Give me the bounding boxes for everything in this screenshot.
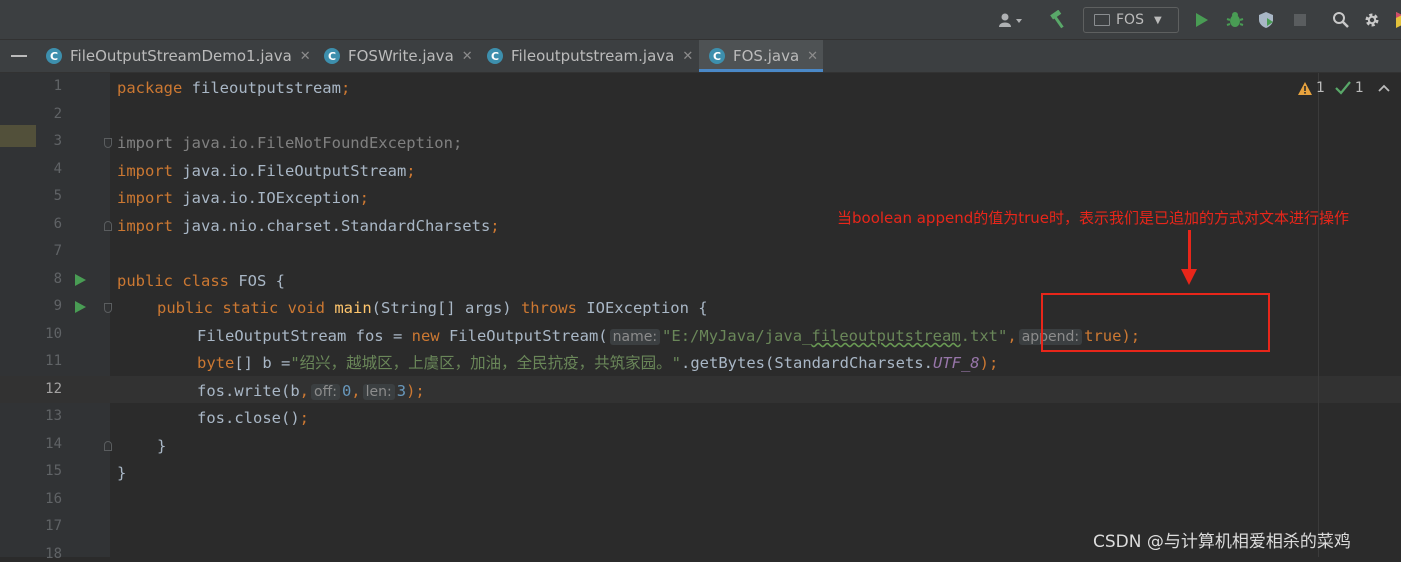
- inspections-widget[interactable]: 1 1: [1298, 80, 1390, 96]
- run-config-selector[interactable]: FOS ▼: [1083, 7, 1179, 33]
- hammer-icon[interactable]: [1045, 8, 1071, 32]
- code-line-4: import java.io.FileOutputStream;: [117, 162, 416, 180]
- config-icon: [1094, 14, 1110, 26]
- line-number: 7: [53, 243, 62, 259]
- editor-tab-bar: C FileOutputStreamDemo1.java ✕ C FOSWrit…: [0, 40, 1401, 73]
- main-toolbar: FOS ▼: [0, 0, 1401, 40]
- class-file-icon: C: [487, 48, 503, 64]
- run-class-icon[interactable]: [75, 274, 86, 286]
- ok-count: 1: [1354, 80, 1364, 96]
- annotation-arrow: [1188, 230, 1191, 272]
- line-number: 10: [45, 326, 62, 342]
- line-number: 17: [45, 518, 62, 534]
- line-number: 18: [45, 546, 62, 562]
- fold-icon[interactable]: [104, 303, 112, 313]
- class-file-icon: C: [46, 48, 62, 64]
- code-line-6: import java.nio.charset.StandardCharsets…: [117, 217, 500, 235]
- run-method-icon[interactable]: [75, 301, 86, 313]
- tab-label: FileOutputStreamDemo1.java: [70, 47, 292, 65]
- line-number: 14: [45, 436, 62, 452]
- watermark: CSDN @与计算机相爱相杀的菜鸡: [1093, 532, 1351, 552]
- tab-label: FOS.java: [733, 47, 800, 65]
- code-line-11: byte[] b ="绍兴，越城区，上虞区，加油，全民抗疫，共筑家园。".get…: [197, 354, 999, 372]
- line-number: 6: [53, 216, 62, 232]
- code-line-8: public class FOS {: [117, 272, 285, 290]
- tab-fileoutputstream[interactable]: C Fileoutputstream.java ✕: [487, 40, 693, 72]
- line-number: 3: [53, 133, 62, 149]
- warning-count: 1: [1316, 80, 1325, 96]
- class-file-icon: C: [709, 48, 725, 64]
- gear-icon[interactable]: [1361, 8, 1383, 32]
- fold-icon[interactable]: [104, 441, 112, 451]
- search-icon[interactable]: [1330, 8, 1352, 32]
- line-number: 9: [53, 298, 62, 314]
- run-config-label: FOS: [1116, 12, 1144, 28]
- code-line-14: }: [157, 437, 167, 455]
- param-hint-len: len:: [362, 384, 395, 400]
- tab-label: FOSWrite.java: [348, 47, 454, 65]
- line-number: 5: [53, 188, 62, 204]
- fold-icon[interactable]: [104, 138, 112, 148]
- line-number: 1: [53, 78, 62, 94]
- close-icon[interactable]: ✕: [462, 49, 473, 64]
- line-number: 2: [53, 106, 62, 122]
- param-hint-off: off:: [311, 384, 340, 400]
- code-line-13: fos.close();: [197, 409, 309, 427]
- warning-icon: [1298, 81, 1312, 95]
- class-file-icon: C: [324, 48, 340, 64]
- annotation-arrow-head: [1181, 269, 1197, 285]
- line-number: 11: [45, 353, 62, 369]
- minimize-icon[interactable]: [11, 55, 27, 57]
- right-margin-guide: [1318, 73, 1319, 557]
- annotation-text: 当boolean append的值为true时，表示我们是已追加的方式对文本进行…: [837, 209, 1350, 227]
- code-line-3: import java.io.FileNotFoundException;: [117, 134, 463, 152]
- stop-icon[interactable]: [1288, 8, 1312, 32]
- coverage-icon[interactable]: [1255, 8, 1279, 32]
- code-line-12: fos.write(b, off: 0, len: 3);: [197, 382, 425, 400]
- user-icon[interactable]: [993, 8, 1029, 32]
- code-line-5: import java.io.IOException;: [117, 189, 369, 207]
- plugin-icon[interactable]: [1390, 8, 1401, 32]
- tab-fileoutputstreamdemo1[interactable]: C FileOutputStreamDemo1.java ✕: [46, 40, 311, 72]
- debug-icon[interactable]: [1223, 8, 1247, 32]
- tab-label: Fileoutputstream.java: [511, 47, 675, 65]
- tab-foswrite[interactable]: C FOSWrite.java ✕: [324, 40, 473, 72]
- code-line-15: }: [117, 464, 127, 482]
- close-icon[interactable]: ✕: [300, 49, 311, 64]
- chevron-down-icon: ▼: [1153, 14, 1162, 26]
- line-number: 16: [45, 491, 62, 507]
- chevron-up-icon[interactable]: [1378, 84, 1390, 92]
- code-line-9: public static void main(String[] args) t…: [157, 299, 708, 317]
- code-line-10: FileOutputStream fos = new FileOutputStr…: [197, 327, 1141, 345]
- fold-icon[interactable]: [104, 221, 112, 231]
- param-hint-name: name:: [609, 329, 661, 345]
- line-number: 4: [53, 161, 62, 177]
- line-number: 13: [45, 408, 62, 424]
- code-line-1: package fileoutputstream;: [117, 79, 351, 97]
- close-icon[interactable]: ✕: [682, 49, 693, 64]
- line-number: 8: [53, 271, 62, 287]
- check-icon: [1335, 81, 1351, 95]
- tab-fos[interactable]: C FOS.java ✕: [699, 40, 823, 72]
- run-icon[interactable]: [1190, 8, 1214, 32]
- line-number-current: 12: [45, 381, 62, 397]
- annotation-highlight-box: [1041, 293, 1270, 352]
- line-number: 15: [45, 463, 62, 479]
- close-icon[interactable]: ✕: [807, 49, 818, 64]
